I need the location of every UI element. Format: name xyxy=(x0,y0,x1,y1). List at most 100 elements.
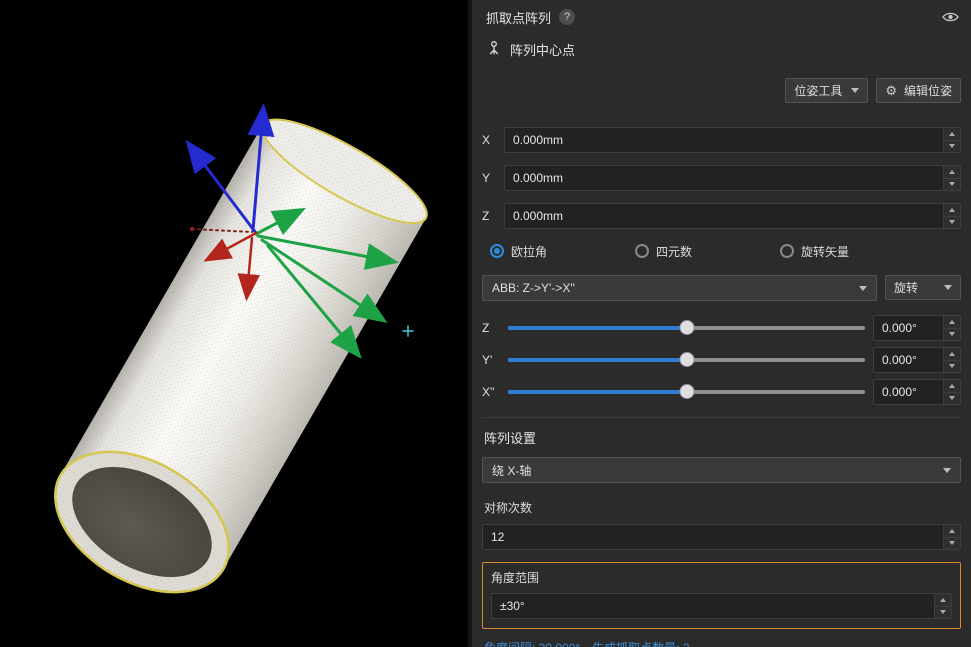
angle-range-input[interactable]: ±30° xyxy=(491,593,952,619)
triangle-down-icon xyxy=(949,332,955,336)
triangle-up-icon xyxy=(949,132,955,136)
slider-label-z: Z xyxy=(482,321,508,335)
chevron-down-icon xyxy=(943,468,951,473)
rotation-row-y-prime: Y' 0.000° xyxy=(482,347,961,373)
triangle-down-icon xyxy=(940,610,946,614)
rotation-row-x-doubleprime: X'' 0.000° xyxy=(482,379,961,405)
triangle-up-icon xyxy=(949,529,955,533)
viewport-3d[interactable] xyxy=(0,0,468,647)
spinner-down-button[interactable] xyxy=(935,607,951,619)
x-spinner[interactable] xyxy=(943,128,960,152)
symmetry-spinner[interactable] xyxy=(943,525,960,549)
angle-field-x-doubleprime[interactable]: 0.000° xyxy=(873,379,961,405)
help-icon[interactable]: ? xyxy=(559,9,575,25)
z-spinner[interactable] xyxy=(943,204,960,228)
spinner-up-button[interactable] xyxy=(944,128,960,141)
angle-field-y-prime[interactable]: 0.000° xyxy=(873,347,961,373)
y-spinner[interactable] xyxy=(943,166,960,190)
spinner-down-button[interactable] xyxy=(944,361,960,373)
rotation-slider-z[interactable] xyxy=(508,315,865,341)
triangle-down-icon xyxy=(949,396,955,400)
edit-pose-button[interactable]: ⚙ 编辑位姿 xyxy=(876,78,961,103)
slider-handle[interactable] xyxy=(679,320,694,335)
triangle-down-icon xyxy=(949,182,955,186)
spinner-down-button[interactable] xyxy=(944,393,960,405)
y-value[interactable]: 0.000mm xyxy=(505,166,943,190)
z-value[interactable]: 0.000mm xyxy=(505,204,943,228)
rotation-slider-y-prime[interactable] xyxy=(508,347,865,373)
slider-label-x-doubleprime: X'' xyxy=(482,385,508,399)
radio-dot xyxy=(490,244,504,258)
spinner-up-button[interactable] xyxy=(944,204,960,217)
triangle-up-icon xyxy=(949,384,955,388)
page-title: 抓取点阵列 xyxy=(486,8,551,27)
axis-label-y: Y xyxy=(482,171,504,185)
chevron-down-icon xyxy=(859,286,867,291)
spinner-up-button[interactable] xyxy=(944,316,960,329)
status-text: 角度间隔: 30.000°，生成抓取点数量: 3。 xyxy=(484,639,961,647)
slider-fill xyxy=(508,326,687,330)
array-settings-title: 阵列设置 xyxy=(484,428,961,447)
spinner-up-button[interactable] xyxy=(944,166,960,179)
angle-range-value[interactable]: ±30° xyxy=(492,594,934,618)
angle-range-highlight-box: 角度范围 ±30° xyxy=(482,562,961,629)
rotation-row-z: Z 0.000° xyxy=(482,315,961,341)
app-window: 抓取点阵列 ? 阵列中心点 位姿工具 xyxy=(0,0,971,647)
spinner-down-button[interactable] xyxy=(944,141,960,153)
triangle-down-icon xyxy=(949,144,955,148)
visibility-eye-icon[interactable] xyxy=(942,11,959,23)
rotate-button[interactable]: 旋转 xyxy=(885,275,961,300)
array-center-section: 阵列中心点 xyxy=(482,36,961,62)
angle-spinner-y-prime[interactable] xyxy=(943,348,960,372)
z-input[interactable]: 0.000mm xyxy=(504,203,961,229)
angle-value-z[interactable]: 0.000° xyxy=(874,316,943,340)
triangle-down-icon xyxy=(949,220,955,224)
euler-convention-select[interactable]: ABB: Z->Y'->X'' xyxy=(482,275,877,301)
section-divider xyxy=(482,417,961,418)
pose-tool-button[interactable]: 位姿工具 xyxy=(785,78,868,103)
pose-toolbar: 位姿工具 ⚙ 编辑位姿 xyxy=(482,78,961,103)
grasp-point-array-panel: 抓取点阵列 ? 阵列中心点 位姿工具 xyxy=(468,0,971,647)
array-center-icon xyxy=(486,40,502,59)
y-input[interactable]: 0.000mm xyxy=(504,165,961,191)
euler-convention-row: ABB: Z->Y'->X'' 旋转 xyxy=(482,275,961,301)
slider-handle[interactable] xyxy=(679,352,694,367)
x-input[interactable]: 0.000mm xyxy=(504,127,961,153)
triangle-up-icon xyxy=(949,170,955,174)
spinner-up-button[interactable] xyxy=(944,525,960,538)
angle-value-x-doubleprime[interactable]: 0.000° xyxy=(874,380,943,404)
angle-value-y-prime[interactable]: 0.000° xyxy=(874,348,943,372)
spinner-down-button[interactable] xyxy=(944,538,960,550)
spinner-down-button[interactable] xyxy=(944,217,960,229)
angle-spinner-x-doubleprime[interactable] xyxy=(943,380,960,404)
slider-label-y-prime: Y' xyxy=(482,353,508,367)
radio-label: 四元数 xyxy=(656,243,692,260)
rotation-axis-select[interactable]: 绕 X-轴 xyxy=(482,457,961,483)
spinner-up-button[interactable] xyxy=(944,348,960,361)
angle-field-z[interactable]: 0.000° xyxy=(873,315,961,341)
rotation-axis-value: 绕 X-轴 xyxy=(492,462,943,479)
slider-handle[interactable] xyxy=(679,384,694,399)
triangle-down-icon xyxy=(949,364,955,368)
angle-range-label: 角度范围 xyxy=(491,569,952,586)
spinner-up-button[interactable] xyxy=(944,380,960,393)
radio-quaternion[interactable]: 四元数 xyxy=(635,243,692,260)
panel-header: 抓取点阵列 ? xyxy=(482,0,961,34)
reference-point xyxy=(190,227,194,231)
symmetry-count-input[interactable]: 12 xyxy=(482,524,961,550)
chevron-down-icon xyxy=(944,285,952,290)
spinner-up-button[interactable] xyxy=(935,594,951,607)
rotation-slider-x-doubleprime[interactable] xyxy=(508,379,865,405)
angle-range-spinner[interactable] xyxy=(934,594,951,618)
symmetry-count-value[interactable]: 12 xyxy=(483,525,943,549)
rotation-mode-radios: 欧拉角 四元数 旋转矢量 xyxy=(482,241,961,261)
spinner-down-button[interactable] xyxy=(944,329,960,341)
slider-fill xyxy=(508,390,687,394)
radio-euler-angles[interactable]: 欧拉角 xyxy=(490,243,547,260)
spinner-down-button[interactable] xyxy=(944,179,960,191)
pointcloud-cylinder xyxy=(0,0,468,647)
angle-spinner-z[interactable] xyxy=(943,316,960,340)
radio-rotation-vector[interactable]: 旋转矢量 xyxy=(780,243,849,260)
pose-tool-label: 位姿工具 xyxy=(794,82,842,99)
x-value[interactable]: 0.000mm xyxy=(505,128,943,152)
